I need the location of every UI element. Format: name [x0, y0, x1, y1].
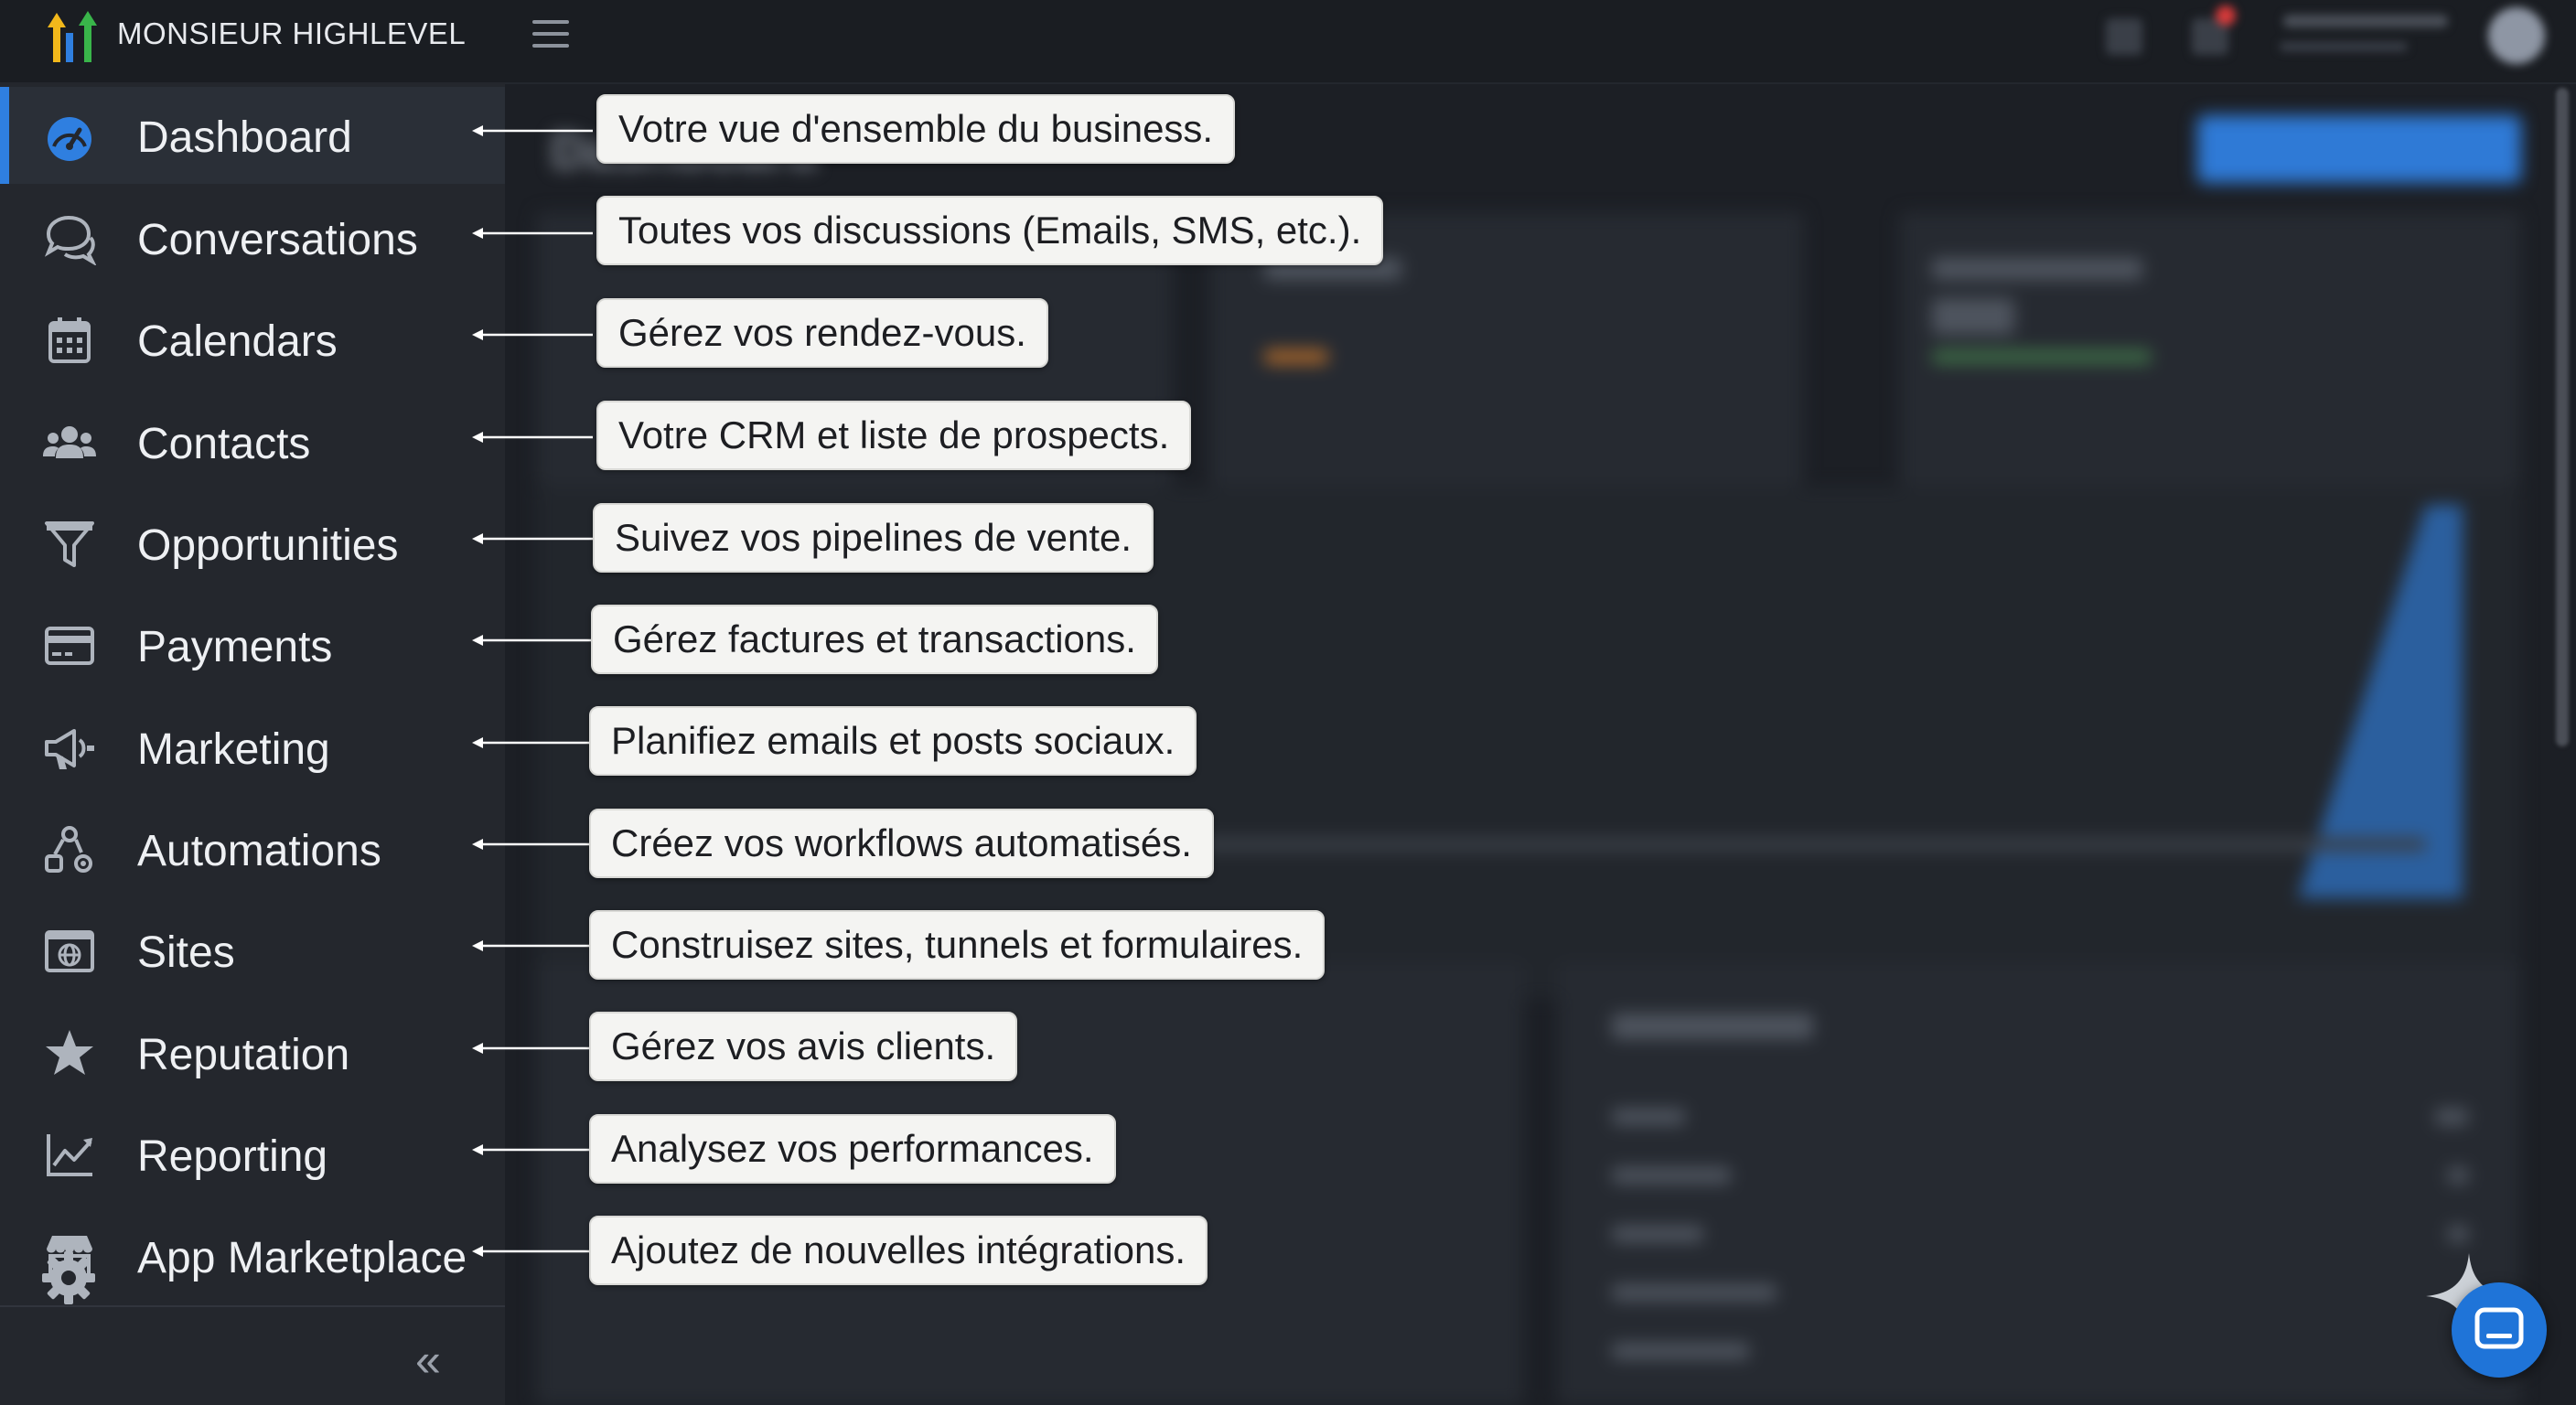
chat-widget-button[interactable] [2452, 1282, 2547, 1378]
sidebar-item-label: Conversations [137, 216, 418, 264]
sidebar-item-label: Dashboard [137, 113, 352, 162]
users-icon [37, 416, 102, 469]
create-dashboard-button-blurred[interactable] [2197, 115, 2521, 183]
sidebar-item-label: Reputation [137, 1031, 350, 1079]
sidebar-item-label: Automations [137, 827, 381, 875]
chat-icon [2474, 1307, 2524, 1349]
annotation-app-marketplace: Ajoutez de nouvelles intégrations. [589, 1216, 1208, 1285]
sidebar-item-opportunities[interactable]: Opportunities [0, 495, 505, 592]
star-icon [37, 1027, 102, 1080]
chat-bubbles-icon [37, 212, 102, 265]
megaphone-icon [37, 722, 102, 775]
funnel-icon [37, 518, 102, 571]
annotation-arrow [472, 1246, 593, 1257]
menu-toggle-icon[interactable] [532, 20, 569, 49]
annotation-opportunities: Suivez vos pipelines de vente. [593, 503, 1154, 573]
avatar[interactable] [2488, 7, 2545, 64]
annotation-arrow [472, 228, 593, 239]
sidebar-item-label: Calendars [137, 317, 338, 366]
sidebar-item-reporting[interactable]: Reporting [0, 1106, 505, 1203]
calendar-icon [37, 314, 102, 367]
sidebar-item-label: Sites [137, 928, 235, 977]
annotation-marketing: Planifiez emails et posts sociaux. [589, 706, 1197, 776]
annotation-arrow [472, 432, 593, 443]
annotation-dashboard: Votre vue d'ensemble du business. [596, 94, 1236, 164]
annotation-reporting: Analysez vos performances. [589, 1114, 1116, 1184]
sidebar-item-reputation[interactable]: Reputation [0, 1004, 505, 1101]
brand-name: MONSIEUR HIGHLEVEL [117, 16, 467, 50]
user-subtitle-blurred [2280, 42, 2408, 51]
annotation-arrow [472, 329, 593, 340]
sidebar-item-label: Payments [137, 623, 333, 671]
annotation-payments: Gérez factures et transactions. [591, 605, 1158, 674]
apps-icon[interactable] [2106, 18, 2142, 55]
annotation-arrow [472, 1144, 593, 1155]
sidebar-item-dashboard[interactable]: Dashboard [0, 87, 505, 184]
sidebar-item-automations[interactable]: Automations [0, 800, 505, 897]
annotation-arrow [472, 533, 593, 544]
sidebar-item-conversations[interactable]: Conversations [0, 189, 505, 286]
annotation-arrow [472, 125, 593, 136]
top-right-user-area [2064, 0, 2576, 82]
annotation-arrow [472, 940, 593, 951]
annotation-arrow [472, 1043, 593, 1054]
globe-window-icon [37, 925, 102, 978]
annotation-conversations: Toutes vos discussions (Emails, SMS, etc… [596, 196, 1384, 265]
sidebar-item-contacts[interactable]: Contacts [0, 393, 505, 490]
sidebar-item-marketing[interactable]: Marketing [0, 699, 505, 796]
collapse-sidebar-icon[interactable]: « [415, 1337, 441, 1383]
sidebar-item-label: Marketing [137, 725, 330, 774]
annotation-reputation: Gérez vos avis clients. [589, 1012, 1018, 1081]
sidebar-item-label: Opportunities [137, 521, 399, 570]
annotation-arrow [472, 839, 593, 850]
workflow-icon [37, 823, 102, 876]
sidebar-item-sites[interactable]: Sites [0, 902, 505, 999]
sidebar-item-calendars[interactable]: Calendars [0, 291, 505, 388]
sidebar-item-label: Contacts [137, 420, 311, 468]
gear-icon[interactable] [40, 1249, 97, 1306]
line-chart-icon [37, 1129, 102, 1182]
dashboard-gauge-icon [37, 110, 102, 163]
credit-card-icon [37, 619, 102, 672]
annotation-arrow [472, 635, 593, 646]
sidebar-item-label: Reporting [137, 1132, 328, 1181]
annotation-arrow [472, 737, 593, 748]
page-scrollbar[interactable] [2556, 88, 2569, 746]
annotation-sites: Construisez sites, tunnels et formulaire… [589, 910, 1326, 980]
sidebar: Dashboard Conversations Calendars Contac… [0, 82, 505, 1405]
notification-badge [2216, 5, 2236, 26]
annotation-contacts: Votre CRM et liste de prospects. [596, 401, 1192, 470]
sidebar-item-payments[interactable]: Payments [0, 596, 505, 693]
user-name-blurred [2283, 15, 2448, 27]
sidebar-item-label: App Marketplace [137, 1234, 467, 1282]
top-bar: MONSIEUR HIGHLEVEL [0, 0, 2576, 84]
brand-logo-icon[interactable] [38, 5, 108, 64]
annotation-calendars: Gérez vos rendez-vous. [596, 298, 1048, 368]
annotation-automations: Créez vos workflows automatisés. [589, 809, 1214, 878]
